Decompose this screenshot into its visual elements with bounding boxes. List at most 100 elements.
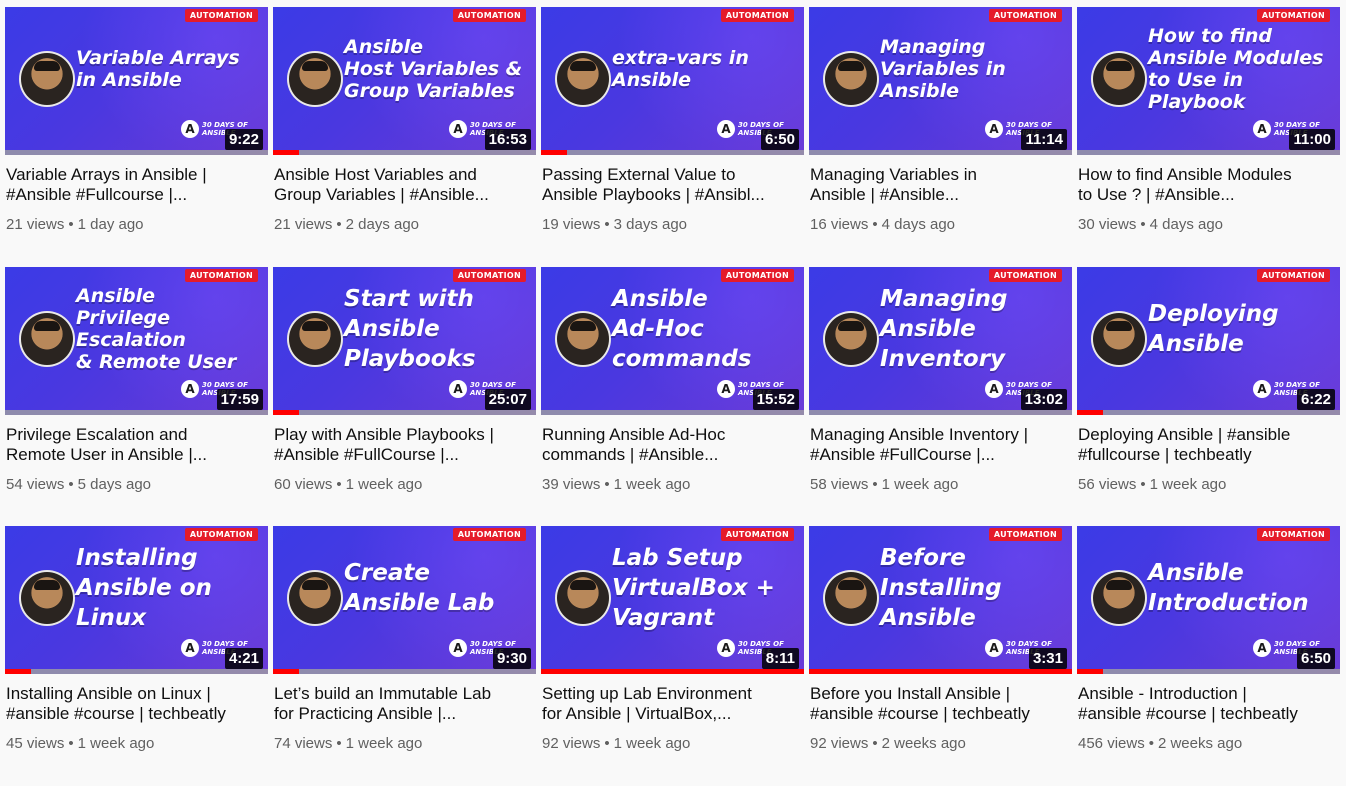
- video-meta: 74 views • 1 week ago: [274, 735, 536, 752]
- video-card[interactable]: AUTOMATION Before Installing Ansible A 3…: [809, 526, 1072, 785]
- video-title[interactable]: Let’s build an Immutable Lab for Practic…: [274, 684, 536, 724]
- view-count: 58 views: [810, 475, 869, 493]
- video-thumbnail[interactable]: AUTOMATION Ansible Introduction A 30 DAY…: [1077, 526, 1340, 674]
- thumbnail-title: Deploying Ansible: [1148, 300, 1279, 357]
- thumbnail-title: Ansible Host Variables & Group Variables: [344, 36, 523, 102]
- view-count: 30 views: [1078, 216, 1137, 233]
- video-title-line: for Practicing Ansible |...: [274, 704, 457, 723]
- duration-badge: 3:31: [1028, 648, 1067, 669]
- video-thumbnail[interactable]: AUTOMATION Start with Ansible Playbooks …: [273, 266, 536, 415]
- presenter-avatar: [287, 51, 343, 107]
- ansible-logo-icon: A: [985, 639, 1003, 657]
- video-title-line: Variable Arrays in Ansible |: [6, 165, 207, 184]
- video-card[interactable]: AUTOMATION extra-vars in Ansible A 30 DA…: [541, 7, 804, 266]
- watch-progress-bar: [5, 669, 268, 674]
- video-thumbnail[interactable]: AUTOMATION Ansible Ad-Hoc commands A 30 …: [541, 266, 804, 415]
- video-card[interactable]: AUTOMATION Managing Ansible Inventory A …: [809, 266, 1072, 526]
- upload-age: 1 week ago: [345, 475, 423, 493]
- video-title-line: Passing External Value to: [542, 165, 736, 184]
- video-title[interactable]: Deploying Ansible | #ansible #fullcourse…: [1078, 425, 1340, 465]
- video-thumbnail[interactable]: AUTOMATION extra-vars in Ansible A 30 DA…: [541, 7, 804, 155]
- ansible-logo-icon: A: [717, 379, 735, 398]
- video-title[interactable]: Ansible Host Variables and Group Variabl…: [274, 165, 536, 205]
- view-count: 21 views: [6, 216, 65, 233]
- video-title[interactable]: Setting up Lab Environment for Ansible |…: [542, 684, 804, 724]
- duration-badge: 9:30: [492, 648, 531, 669]
- presenter-avatar: [823, 51, 879, 107]
- video-title-line: Play with Ansible Playbooks |: [274, 424, 494, 444]
- video-card[interactable]: AUTOMATION Deploying Ansible A 30 DAYS O…: [1077, 266, 1340, 526]
- separator-dot: •: [604, 475, 610, 493]
- video-thumbnail[interactable]: AUTOMATION Variable Arrays in Ansible A …: [5, 7, 268, 155]
- video-thumbnail[interactable]: AUTOMATION Deploying Ansible A 30 DAYS O…: [1077, 266, 1340, 415]
- thumbnail-title: Managing Ansible Inventory: [880, 285, 1008, 372]
- presenter-avatar: [823, 570, 879, 626]
- video-title-line: #Ansible #FullCourse |...: [810, 444, 995, 464]
- presenter-avatar: [1091, 51, 1147, 107]
- watch-progress-fill: [809, 669, 1072, 674]
- video-title[interactable]: Running Ansible Ad-Hoc commands | #Ansib…: [542, 425, 804, 465]
- ansible-logo-icon: A: [1253, 639, 1271, 657]
- video-title[interactable]: Managing Ansible Inventory | #Ansible #F…: [810, 425, 1072, 465]
- video-thumbnail[interactable]: AUTOMATION Ansible Host Variables & Grou…: [273, 7, 536, 155]
- video-card[interactable]: AUTOMATION Start with Ansible Playbooks …: [273, 266, 536, 526]
- duration-badge: 6:50: [760, 129, 799, 150]
- video-thumbnail[interactable]: AUTOMATION Lab Setup VirtualBox + Vagran…: [541, 526, 804, 674]
- video-title[interactable]: Privilege Escalation and Remote User in …: [6, 425, 268, 465]
- video-title[interactable]: How to find Ansible Modules to Use ? | #…: [1078, 165, 1340, 205]
- video-title[interactable]: Installing Ansible on Linux | #ansible #…: [6, 684, 268, 724]
- watch-progress-fill: [273, 409, 300, 415]
- view-count: 456 views: [1078, 735, 1145, 752]
- view-count: 45 views: [6, 735, 65, 752]
- video-thumbnail[interactable]: AUTOMATION Ansible Privilege Escalation …: [5, 266, 268, 415]
- watch-progress-fill: [541, 669, 804, 674]
- video-card[interactable]: AUTOMATION Variable Arrays in Ansible A …: [5, 7, 268, 266]
- video-thumbnail[interactable]: AUTOMATION Create Ansible Lab A 30 DAYS …: [273, 526, 536, 674]
- video-thumbnail[interactable]: AUTOMATION Managing Variables in Ansible…: [809, 7, 1072, 155]
- separator-dot: •: [604, 216, 610, 233]
- thumbnail-title: Lab Setup VirtualBox + Vagrant: [612, 545, 775, 631]
- video-title-line: #Ansible #FullCourse |...: [274, 444, 459, 464]
- video-title[interactable]: Passing External Value to Ansible Playbo…: [542, 165, 804, 205]
- video-card[interactable]: AUTOMATION Ansible Introduction A 30 DAY…: [1077, 526, 1340, 785]
- separator-dot: •: [68, 735, 74, 752]
- video-thumbnail[interactable]: AUTOMATION Installing Ansible on Linux A…: [5, 526, 268, 674]
- video-card[interactable]: AUTOMATION Create Ansible Lab A 30 DAYS …: [273, 526, 536, 785]
- video-title-line: Group Variables | #Ansible...: [274, 185, 489, 204]
- presenter-avatar: [555, 310, 611, 367]
- video-title[interactable]: Variable Arrays in Ansible | #Ansible #F…: [6, 165, 268, 205]
- presenter-avatar: [823, 310, 879, 367]
- thumbnail-title: Ansible Ad-Hoc commands: [612, 285, 752, 372]
- video-card[interactable]: AUTOMATION Lab Setup VirtualBox + Vagran…: [541, 526, 804, 785]
- video-title-line: #fullcourse | techbeatly: [1078, 444, 1252, 464]
- view-count: 60 views: [274, 475, 333, 493]
- watch-progress-fill: [273, 669, 300, 674]
- video-thumbnail[interactable]: AUTOMATION How to find Ansible Modules t…: [1077, 7, 1340, 155]
- view-count: 74 views: [274, 735, 333, 752]
- video-card[interactable]: AUTOMATION Managing Variables in Ansible…: [809, 7, 1072, 266]
- video-title[interactable]: Before you Install Ansible | #ansible #c…: [810, 684, 1072, 724]
- video-thumbnail[interactable]: AUTOMATION Before Installing Ansible A 3…: [809, 526, 1072, 674]
- video-card[interactable]: AUTOMATION How to find Ansible Modules t…: [1077, 7, 1340, 266]
- video-card[interactable]: AUTOMATION Ansible Privilege Escalation …: [5, 266, 268, 526]
- video-title[interactable]: Play with Ansible Playbooks | #Ansible #…: [274, 425, 536, 465]
- ansible-logo-icon: A: [181, 120, 199, 138]
- video-card[interactable]: AUTOMATION Ansible Ad-Hoc commands A 30 …: [541, 266, 804, 526]
- presenter-avatar: [19, 51, 75, 107]
- video-grid: AUTOMATION Variable Arrays in Ansible A …: [5, 7, 1340, 786]
- video-card[interactable]: AUTOMATION Installing Ansible on Linux A…: [5, 526, 268, 785]
- duration-badge: 4:21: [224, 648, 263, 669]
- duration-badge: 25:07: [484, 388, 531, 410]
- video-thumbnail[interactable]: AUTOMATION Managing Ansible Inventory A …: [809, 266, 1072, 415]
- ansible-logo-icon: A: [1253, 120, 1271, 138]
- upload-age: 4 days ago: [881, 216, 956, 233]
- video-card[interactable]: AUTOMATION Ansible Host Variables & Grou…: [273, 7, 536, 266]
- video-title-line: Ansible | #Ansible...: [810, 185, 959, 204]
- video-meta: 54 views • 5 days ago: [6, 476, 268, 493]
- video-title-line: Installing Ansible on Linux |: [6, 684, 211, 703]
- video-title-line: Before you Install Ansible |: [810, 684, 1011, 703]
- video-title[interactable]: Ansible - Introduction | #ansible #cours…: [1078, 684, 1340, 724]
- video-meta: 39 views • 1 week ago: [542, 476, 804, 493]
- video-title[interactable]: Managing Variables in Ansible | #Ansible…: [810, 165, 1072, 205]
- ansible-logo-icon: A: [449, 120, 467, 138]
